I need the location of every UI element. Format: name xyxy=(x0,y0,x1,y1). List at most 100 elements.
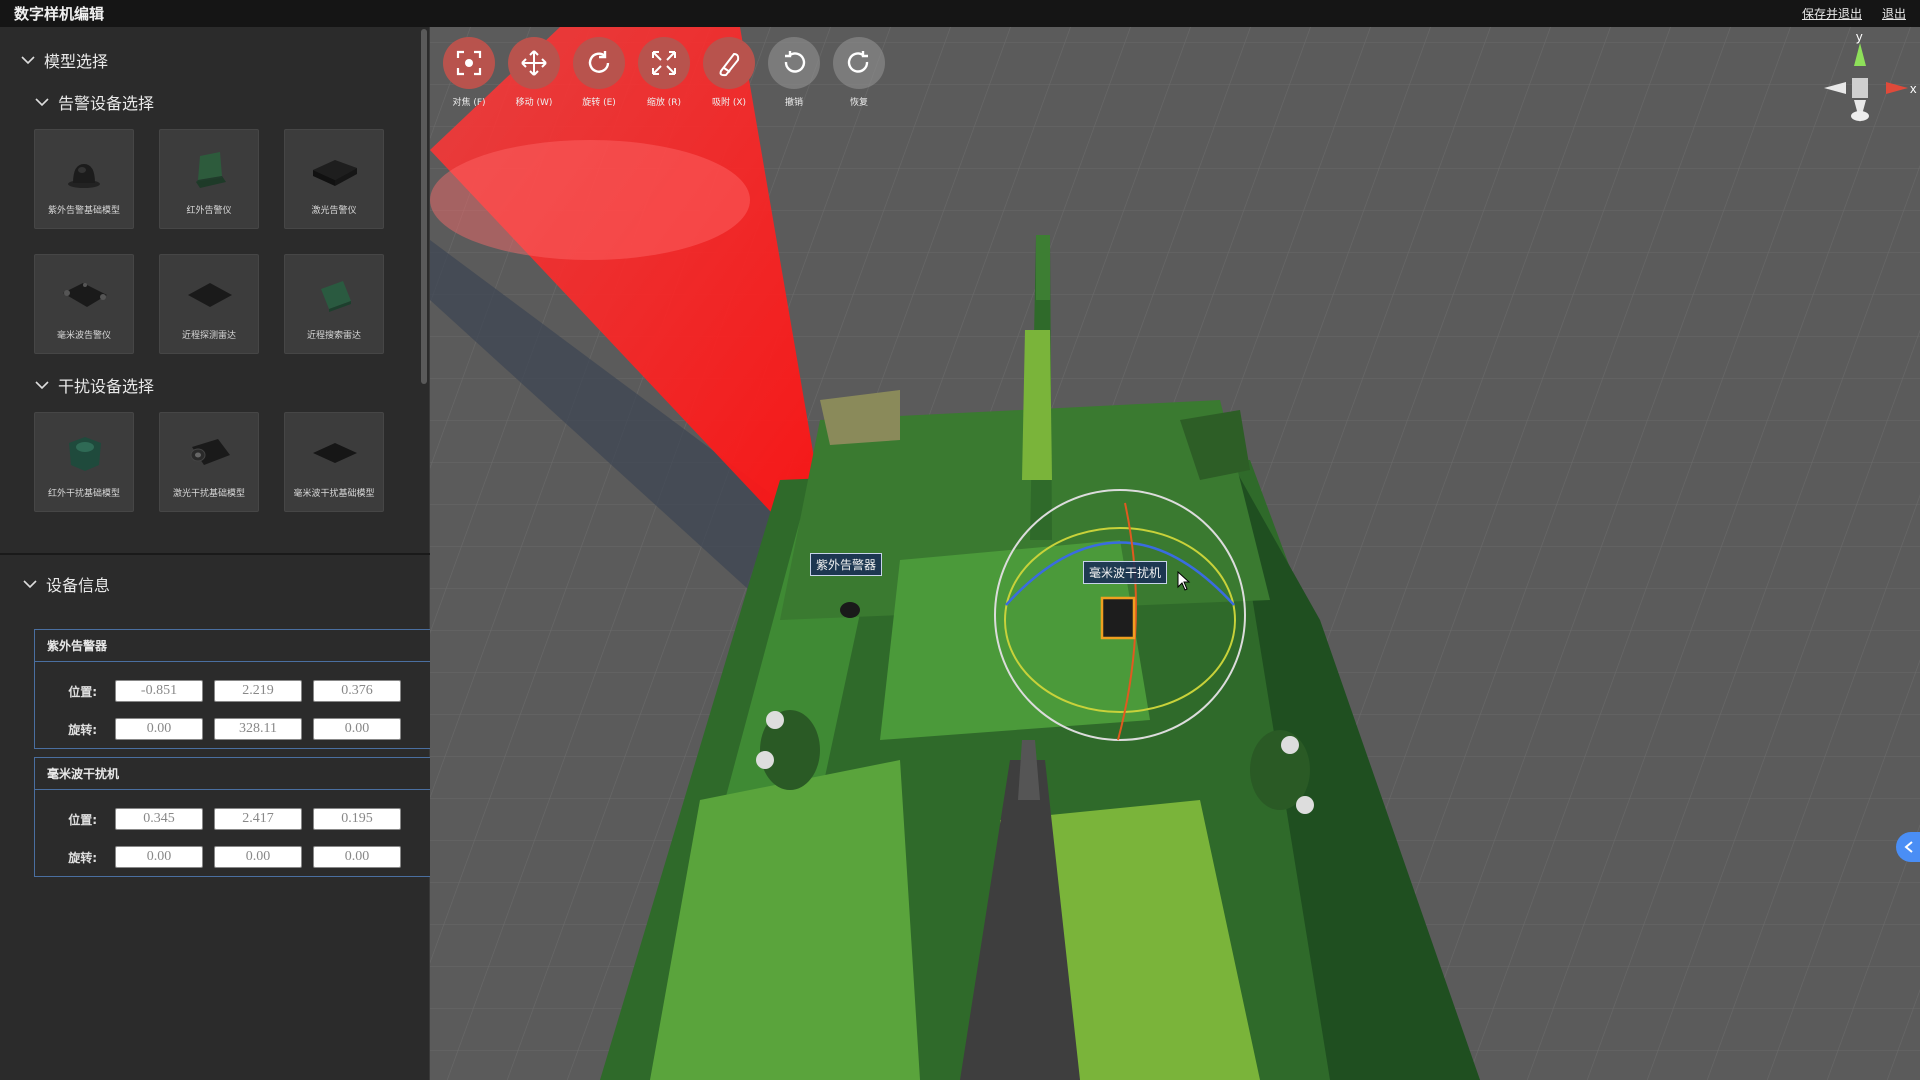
thumb-label: 激光干扰基础模型 xyxy=(172,489,245,499)
thumb-label: 近程探测雷达 xyxy=(181,331,236,341)
redo-icon xyxy=(833,37,885,89)
position-x-input[interactable] xyxy=(115,808,203,830)
position-row: 位置: xyxy=(35,672,430,710)
rotation-label: 旋转: xyxy=(68,850,97,865)
position-row: 位置: xyxy=(35,800,430,838)
model-thumb-ir-alarm[interactable]: 红外告警仪 xyxy=(159,129,259,229)
jammer-section-title: 干扰设备选择 xyxy=(58,377,155,396)
focus-icon xyxy=(443,37,495,89)
thumb-label: 激光告警仪 xyxy=(311,206,357,216)
top-actions: 保存并退出 退出 xyxy=(1802,5,1906,22)
position-label: 位置: xyxy=(68,684,97,699)
short-range-radar-icon xyxy=(174,267,244,322)
neg-x-axis-arrow[interactable] xyxy=(1824,82,1846,94)
alarm-section-title: 告警设备选择 xyxy=(58,94,155,113)
chevron-down-icon xyxy=(34,94,50,110)
axis-center-cube[interactable] xyxy=(1852,78,1868,98)
device-info-title: 设备信息 xyxy=(46,576,111,595)
rotation-y-input[interactable] xyxy=(214,846,302,868)
device-info-header[interactable]: 设备信息 xyxy=(0,567,110,601)
3d-viewport[interactable] xyxy=(430,27,1920,1080)
axis-y-label: y xyxy=(1856,29,1863,44)
position-x-input[interactable] xyxy=(115,680,203,702)
tool-label: 对焦 (F) xyxy=(452,98,486,108)
move-tool-button[interactable]: 移动 (W) xyxy=(507,37,561,108)
rotation-x-input[interactable] xyxy=(115,718,203,740)
rotation-row: 旋转: xyxy=(35,838,430,876)
title-bar: 数字样机编辑 保存并退出 退出 xyxy=(0,0,1920,27)
tool-label: 撤销 xyxy=(784,98,803,108)
model-thumb-search-radar[interactable]: 近程搜索雷达 xyxy=(284,254,384,354)
thumb-label: 毫米波干扰基础模型 xyxy=(293,489,375,499)
y-axis-arrow[interactable] xyxy=(1854,43,1866,66)
model-thumb-mmw-jammer[interactable]: 毫米波干扰基础模型 xyxy=(284,412,384,512)
thumb-label: 毫米波告警仪 xyxy=(56,331,111,341)
thumb-label: 紫外告警基础模型 xyxy=(47,206,120,216)
model-thumb-ir-jammer[interactable]: 红外干扰基础模型 xyxy=(34,412,134,512)
rotation-row: 旋转: xyxy=(35,710,430,748)
move-icon xyxy=(508,37,560,89)
thumb-label: 近程搜索雷达 xyxy=(306,331,361,341)
position-z-input[interactable] xyxy=(313,680,401,702)
tool-label: 旋转 (E) xyxy=(582,98,616,108)
model-thumb-uv-alarm[interactable]: 紫外告警基础模型 xyxy=(34,129,134,229)
tool-label: 缩放 (R) xyxy=(646,98,682,108)
axis-x-label: x xyxy=(1910,81,1917,96)
rotation-label: 旋转: xyxy=(68,722,97,737)
tool-label: 移动 (W) xyxy=(515,98,553,108)
model-select-header[interactable]: 模型选择 xyxy=(0,43,429,77)
thumb-label: 红外干扰基础模型 xyxy=(47,489,120,499)
snap-tool-button[interactable]: 吸附 (X) xyxy=(702,37,756,108)
model-thumb-laser-alarm[interactable]: 激光告警仪 xyxy=(284,129,384,229)
mmw-jammer-tag[interactable]: 毫米波干扰机 xyxy=(1083,561,1168,584)
chevron-down-icon xyxy=(20,52,36,68)
model-thumb-mmw-alarm[interactable]: 毫米波告警仪 xyxy=(34,254,134,354)
model-thumb-laser-jammer[interactable]: 激光干扰基础模型 xyxy=(159,412,259,512)
undo-icon xyxy=(768,37,820,89)
rotation-z-input[interactable] xyxy=(313,846,401,868)
orientation-gizmo[interactable]: y x xyxy=(1820,28,1920,123)
rotate-icon xyxy=(573,37,625,89)
device-card-title: 毫米波干扰机 xyxy=(35,758,430,790)
exit-link[interactable]: 退出 xyxy=(1882,5,1906,22)
model-select-title: 模型选择 xyxy=(44,52,109,71)
beam-ellipse xyxy=(430,140,750,260)
jammer-section-header[interactable]: 干扰设备选择 xyxy=(0,368,429,402)
app-title: 数字样机编辑 xyxy=(14,5,105,23)
tool-label: 恢复 xyxy=(849,98,868,108)
mmw-alarm-icon xyxy=(49,267,119,322)
ir-alarm-box-icon xyxy=(174,142,244,197)
chevron-left-icon xyxy=(1904,841,1913,853)
position-label: 位置: xyxy=(68,812,97,827)
ir-jammer-icon xyxy=(49,425,119,480)
model-thumb-short-radar[interactable]: 近程探测雷达 xyxy=(159,254,259,354)
scene-canvas[interactable] xyxy=(430,27,1920,1080)
uv-alarm-tag[interactable]: 紫外告警器 xyxy=(810,553,883,576)
rotate-tool-button[interactable]: 旋转 (E) xyxy=(572,37,626,108)
laser-jammer-icon xyxy=(174,425,244,480)
position-y-input[interactable] xyxy=(214,680,302,702)
scale-tool-button[interactable]: 缩放 (R) xyxy=(637,37,691,108)
rotation-y-input[interactable] xyxy=(214,718,302,740)
undo-button[interactable]: 撤销 xyxy=(767,37,821,108)
rotation-x-input[interactable] xyxy=(115,846,203,868)
scale-icon xyxy=(638,37,690,89)
redo-button[interactable]: 恢复 xyxy=(832,37,886,108)
scrollbar-thumb[interactable] xyxy=(421,29,427,384)
x-axis-arrow[interactable] xyxy=(1886,82,1908,94)
focus-tool-button[interactable]: 对焦 (F) xyxy=(442,37,496,108)
uv-alarm-dome-icon xyxy=(49,142,119,197)
left-panel: 模型选择 告警设备选择 紫外告警基础模型 红外告警仪 激光告警仪 毫米波告警仪 … xyxy=(0,27,430,1080)
save-exit-link[interactable]: 保存并退出 xyxy=(1802,5,1862,22)
chevron-down-icon xyxy=(22,576,38,592)
device-card-uv-alarm: 紫外告警器 位置: 旋转: xyxy=(34,629,430,749)
alarm-section-header[interactable]: 告警设备选择 xyxy=(0,85,429,119)
snap-icon xyxy=(703,37,755,89)
position-z-input[interactable] xyxy=(313,808,401,830)
chevron-down-icon xyxy=(34,377,50,393)
rotation-z-input[interactable] xyxy=(313,718,401,740)
position-y-input[interactable] xyxy=(214,808,302,830)
device-card-mmw-jammer: 毫米波干扰机 位置: 旋转: xyxy=(34,757,430,877)
side-panel-toggle[interactable] xyxy=(1896,832,1920,862)
panel-divider xyxy=(0,553,430,555)
